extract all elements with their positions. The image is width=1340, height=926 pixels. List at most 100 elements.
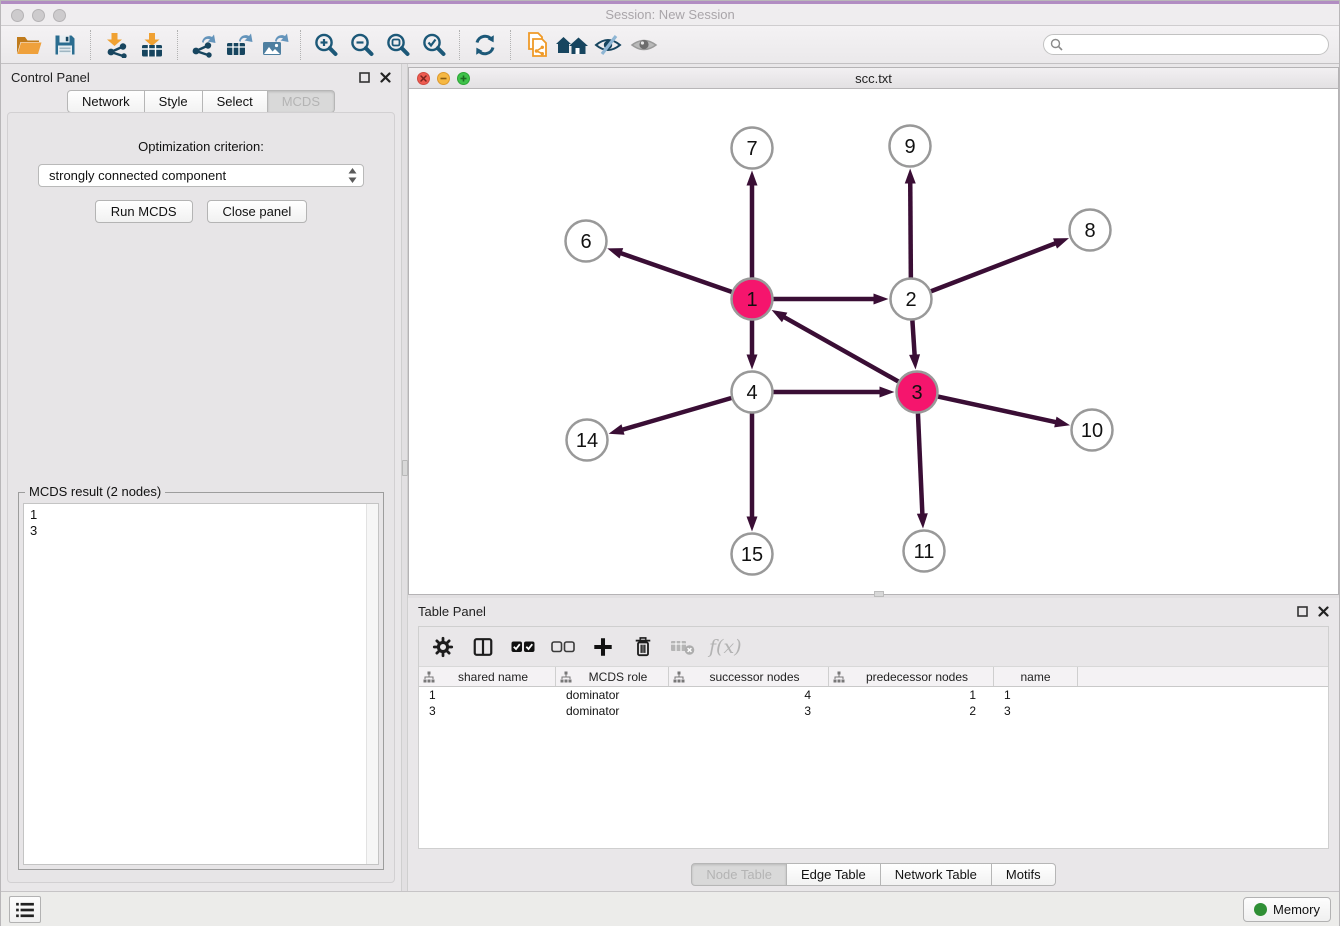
network-window-titlebar[interactable]: scc.txt [409,68,1338,89]
column-header-shared-name[interactable]: shared name [419,667,556,686]
graph-edge-2-3[interactable] [909,320,920,369]
cell-predecessor-nodes[interactable]: 2 [829,704,994,718]
graph-node-1[interactable]: 1 [732,279,773,320]
graph-node-8[interactable]: 8 [1070,210,1111,251]
close-window-icon[interactable] [11,9,24,22]
graph-edge-1-4[interactable] [747,321,758,370]
graph-edge-2-9[interactable] [905,168,916,277]
apply-function-icon[interactable]: f(x) [707,636,742,658]
tab-select[interactable]: Select [203,90,268,113]
delete-table-icon[interactable] [667,632,699,662]
graph-edge-3-11[interactable] [917,413,928,528]
graph-node-4[interactable]: 4 [732,372,773,413]
import-table-icon[interactable] [134,29,170,61]
graph-edge-1-2[interactable] [774,294,889,305]
graph-node-7[interactable]: 7 [732,128,773,169]
tab-motifs[interactable]: Motifs [992,863,1056,886]
save-session-icon[interactable] [47,29,83,61]
cell-mcds-role[interactable]: dominator [556,688,669,702]
cell-successor-nodes[interactable]: 3 [669,704,829,718]
tab-network[interactable]: Network [67,90,145,113]
cell-shared-name[interactable]: 3 [419,704,556,718]
cell-predecessor-nodes[interactable]: 1 [829,688,994,702]
minimize-window-icon[interactable] [32,9,45,22]
export-table-icon[interactable] [221,29,257,61]
tab-mcds[interactable]: MCDS [268,90,335,113]
table-row[interactable]: 3dominator323 [419,703,1328,719]
cell-successor-nodes[interactable]: 4 [669,688,829,702]
hide-eye-icon[interactable] [590,29,626,61]
cell-shared-name[interactable]: 1 [419,688,556,702]
tab-style[interactable]: Style [145,90,203,113]
network-canvas[interactable]: 1234678910111415 [409,89,1338,594]
splitter-grip[interactable] [874,591,884,597]
optimization-criterion-dropdown[interactable]: strongly connected component [38,164,364,187]
network-minimize-icon[interactable] [437,72,450,85]
graph-node-15[interactable]: 15 [732,534,773,575]
add-row-icon[interactable] [587,632,619,662]
graph-node-3[interactable]: 3 [897,372,938,413]
graph-edge-4-3[interactable] [774,387,895,398]
table-row[interactable]: 1dominator411 [419,687,1328,703]
close-panel-button[interactable]: Close panel [207,200,308,223]
memory-button[interactable]: Memory [1243,897,1331,922]
tab-edge-table[interactable]: Edge Table [787,863,881,886]
table-settings-icon[interactable] [427,632,459,662]
search-field[interactable] [1043,34,1329,55]
graph-edge-3-10[interactable] [938,397,1070,428]
import-network-icon[interactable] [98,29,134,61]
show-eye-icon[interactable] [626,29,662,61]
delete-row-icon[interactable] [627,632,659,662]
export-network-icon[interactable] [185,29,221,61]
graph-edge-4-14[interactable] [609,398,732,435]
table-body[interactable]: 1dominator4113dominator323 [419,687,1328,848]
graph-node-14[interactable]: 14 [567,420,608,461]
mcds-result-scrollbar[interactable] [366,504,378,864]
open-session-icon[interactable] [11,29,47,61]
graph-edge-1-6[interactable] [607,248,731,292]
float-panel-icon[interactable] [1297,606,1308,617]
column-header-mcds-role[interactable]: MCDS role [556,667,669,686]
tab-node-table[interactable]: Node Table [691,863,787,886]
graph-node-2[interactable]: 2 [891,279,932,320]
column-header-predecessor-nodes[interactable]: predecessor nodes [829,667,994,686]
zoom-selected-icon[interactable] [416,29,452,61]
graph-edge-1-7[interactable] [747,171,758,278]
float-panel-icon[interactable] [359,72,370,83]
cell-name[interactable]: 3 [994,704,1078,718]
graph-edge-4-15[interactable] [747,414,758,532]
network-close-icon[interactable] [417,72,430,85]
export-image-icon[interactable] [257,29,293,61]
tab-network-table[interactable]: Network Table [881,863,992,886]
graph-node-11[interactable]: 11 [904,531,945,572]
graph-node-10[interactable]: 10 [1072,410,1113,451]
refresh-layout-icon[interactable] [467,29,503,61]
network-graph[interactable]: 1234678910111415 [409,89,1340,593]
window-controls[interactable] [11,9,66,22]
zoom-fit-icon[interactable] [380,29,416,61]
run-mcds-button[interactable]: Run MCDS [95,200,193,223]
close-panel-icon[interactable] [380,72,391,83]
task-history-button[interactable] [9,896,41,923]
cell-name[interactable]: 1 [994,688,1078,702]
cell-mcds-role[interactable]: dominator [556,704,669,718]
search-input[interactable] [1043,34,1329,55]
close-panel-icon[interactable] [1318,606,1329,617]
maximize-window-icon[interactable] [53,9,66,22]
show-columns-icon[interactable] [467,632,499,662]
vertical-splitter[interactable] [401,64,408,891]
horizontal-splitter[interactable] [408,595,1339,598]
duplicate-network-icon[interactable] [518,29,554,61]
home-icon[interactable] [554,29,590,61]
graph-edge-3-1[interactable] [772,310,899,381]
mcds-result-textarea[interactable]: 1 3 [23,503,379,865]
network-maximize-icon[interactable] [457,72,470,85]
zoom-out-icon[interactable] [344,29,380,61]
deselect-all-rows-icon[interactable] [547,632,579,662]
splitter-grip[interactable] [402,460,408,476]
column-header-name[interactable]: name [994,667,1078,686]
graph-edge-2-8[interactable] [931,238,1069,291]
graph-node-6[interactable]: 6 [566,221,607,262]
select-all-rows-icon[interactable] [507,632,539,662]
zoom-in-icon[interactable] [308,29,344,61]
